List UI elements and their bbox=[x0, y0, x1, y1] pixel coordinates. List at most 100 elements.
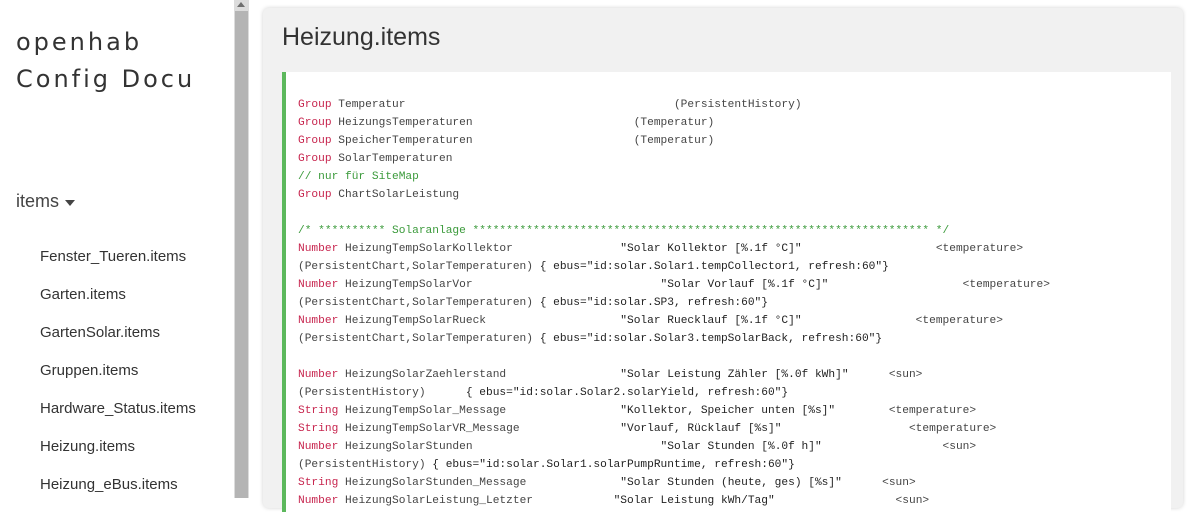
code-token: // nur für SiteMap bbox=[298, 171, 419, 183]
code-line: (PersistentHistory) { ebus="id:solar.Sol… bbox=[298, 456, 1050, 474]
nav-item-fenster-tueren[interactable]: Fenster_Tueren.items bbox=[40, 247, 196, 285]
code-token: Group bbox=[298, 135, 332, 147]
code-line: // nur für SiteMap bbox=[298, 168, 1050, 186]
code-line: (PersistentHistory) { ebus="id:solar.Sol… bbox=[298, 384, 1050, 402]
code-token: { ebus="id:solar.Solar2.solarYield, refr… bbox=[425, 387, 789, 399]
code-block: Group Temperatur (PersistentHistory) Grou… bbox=[282, 72, 1171, 512]
nav-item-garten[interactable]: Garten.items bbox=[40, 285, 196, 323]
nav-item-hardware-status[interactable]: Hardware_Status.items bbox=[40, 399, 196, 437]
code-token: <sun> bbox=[888, 369, 923, 381]
code-token: HeizungsTemperaturen (Temperatur) bbox=[331, 117, 715, 129]
nav-item-gruppen[interactable]: Gruppen.items bbox=[40, 361, 196, 399]
brand-line-2: Config Docu bbox=[16, 65, 196, 93]
code-token: HeizungSolarStunden bbox=[338, 441, 473, 453]
code-token: <temperature> bbox=[962, 279, 1050, 291]
site-brand[interactable]: openhab Config Docu bbox=[16, 24, 195, 98]
code-line: Number HeizungTempSolarRueck "Solar Ruec… bbox=[298, 312, 1050, 330]
sidebar: openhab Config Docu items Fenster_Tueren… bbox=[0, 0, 234, 498]
code-token: HeizungSolarStunden_Message bbox=[338, 477, 527, 489]
code-token: Group bbox=[298, 99, 332, 111]
code-token: Number bbox=[298, 279, 339, 291]
code-token: { ebus="id:solar.Solar3.tempSolarBack, r… bbox=[532, 333, 883, 345]
code-line: Group ChartSolarLeistung bbox=[298, 186, 1050, 204]
code-token: { ebus="id:solar.SP3, refresh:60"} bbox=[532, 297, 768, 309]
code-text[interactable]: Group Temperatur (PersistentHistory) Grou… bbox=[298, 96, 1050, 510]
code-line: Number HeizungTempSolarKollektor "Solar … bbox=[298, 240, 1050, 258]
code-line: Number HeizungSolarZaehlerstand "Solar L… bbox=[298, 366, 1050, 384]
code-token: Number bbox=[298, 369, 339, 381]
code-token: (PersistentChart,SolarTemperaturen) bbox=[298, 261, 533, 273]
code-token: "Solar Stunden (heute, ges) [%s]" bbox=[526, 477, 883, 489]
code-line: String HeizungSolarStunden_Message "Sola… bbox=[298, 474, 1050, 492]
code-token: (PersistentChart,SolarTemperaturen) bbox=[298, 297, 533, 309]
code-token: "Kollektor, Speicher unten [%s]" bbox=[506, 405, 889, 417]
code-token: "Solar Leistung Zähler [%.0f kWh]" bbox=[506, 369, 889, 381]
code-token: (PersistentChart,SolarTemperaturen) bbox=[298, 333, 533, 345]
nav-item-gartensolar[interactable]: GartenSolar.items bbox=[40, 323, 196, 361]
code-token: { ebus="id:solar.Solar1.solarPumpRuntime… bbox=[425, 459, 795, 471]
code-token: HeizungTempSolar_Message bbox=[338, 405, 507, 417]
code-token: "Vorlauf, Rücklauf [%s]" bbox=[519, 423, 909, 435]
code-line: Number HeizungSolarStunden "Solar Stunde… bbox=[298, 438, 1050, 456]
nav-item-heizung[interactable]: Heizung.items bbox=[40, 437, 196, 475]
code-line: Number HeizungSolarLeistung_Letzter "Sol… bbox=[298, 492, 1050, 510]
main-content: Heizung.items Group Temperatur (Persiste… bbox=[249, 0, 1197, 512]
code-line: (PersistentChart,SolarTemperaturen) { eb… bbox=[298, 258, 1050, 276]
code-token: ChartSolarLeistung bbox=[331, 189, 460, 201]
code-token: SolarTemperaturen bbox=[331, 153, 453, 165]
code-line: Group Temperatur (PersistentHistory) bbox=[298, 96, 1050, 114]
scroll-up-arrow-icon[interactable] bbox=[237, 2, 245, 7]
scrollbar-thumb[interactable] bbox=[235, 11, 248, 498]
code-token: (PersistentHistory) bbox=[298, 387, 426, 399]
code-line: String HeizungTempSolarVR_Message "Vorla… bbox=[298, 420, 1050, 438]
code-token: Temperatur (PersistentHistory) bbox=[331, 99, 802, 111]
page-title: Heizung.items bbox=[282, 23, 441, 51]
code-token: "Solar Vorlauf [%.1f °C]" bbox=[472, 279, 963, 291]
code-token: <temperature> bbox=[915, 315, 1003, 327]
code-token: Number bbox=[298, 243, 339, 255]
nav-section-label: items bbox=[16, 191, 60, 211]
code-token: HeizungTempSolarVR_Message bbox=[338, 423, 520, 435]
code-line: Group SolarTemperaturen bbox=[298, 150, 1050, 168]
code-token: "Solar Kollektor [%.1f °C]" bbox=[512, 243, 936, 255]
code-line: (PersistentChart,SolarTemperaturen) { eb… bbox=[298, 330, 1050, 348]
code-token: String bbox=[298, 405, 339, 417]
code-line: Group HeizungsTemperaturen (Temperatur) bbox=[298, 114, 1050, 132]
code-token: HeizungSolarZaehlerstand bbox=[338, 369, 507, 381]
nav-item-heizung-ebus[interactable]: Heizung_eBus.items bbox=[40, 475, 196, 513]
code-token: String bbox=[298, 423, 339, 435]
code-line: Number HeizungTempSolarVor "Solar Vorlau… bbox=[298, 276, 1050, 294]
nav-list: Fenster_Tueren.items Garten.items Garten… bbox=[40, 247, 196, 513]
code-token: "Solar Ruecklauf [%.1f °C]" bbox=[486, 315, 916, 327]
code-token: SpeicherTemperaturen (Temperatur) bbox=[331, 135, 715, 147]
code-token: <temperature> bbox=[908, 423, 997, 435]
code-token: /* ********** Solaranlage **************… bbox=[298, 225, 950, 237]
code-token: Number bbox=[298, 495, 339, 507]
code-token: <temperature> bbox=[888, 405, 977, 417]
code-token: <temperature> bbox=[935, 243, 1024, 255]
code-line: Group SpeicherTemperaturen (Temperatur) bbox=[298, 132, 1050, 150]
brand-line-1: openhab bbox=[16, 28, 143, 56]
code-token: HeizungTempSolarKollektor bbox=[338, 243, 513, 255]
code-token: <sun> bbox=[882, 477, 916, 489]
code-token: (PersistentHistory) bbox=[298, 459, 426, 471]
code-token: String bbox=[298, 477, 339, 489]
code-token: "Solar Leistung kWh/Tag" bbox=[533, 495, 896, 507]
nav-section-items[interactable]: items bbox=[16, 191, 76, 212]
code-line: String HeizungTempSolar_Message "Kollekt… bbox=[298, 402, 1050, 420]
code-token: Group bbox=[298, 117, 332, 129]
content-card: Heizung.items Group Temperatur (Persiste… bbox=[263, 8, 1183, 512]
code-token: Number bbox=[298, 441, 339, 453]
code-token: "Solar Stunden [%.0f h]" bbox=[472, 441, 943, 453]
code-token: <sun> bbox=[895, 495, 930, 507]
code-token: { ebus="id:solar.Solar1.tempCollector1, … bbox=[532, 261, 889, 273]
code-token: Group bbox=[298, 189, 332, 201]
code-token: Group bbox=[298, 153, 332, 165]
caret-down-icon bbox=[65, 199, 76, 206]
code-token: Number bbox=[298, 315, 339, 327]
sidebar-scrollbar[interactable] bbox=[234, 0, 249, 498]
code-line: /* ********** Solaranlage **************… bbox=[298, 222, 1050, 240]
code-line: (PersistentChart,SolarTemperaturen) { eb… bbox=[298, 294, 1050, 312]
